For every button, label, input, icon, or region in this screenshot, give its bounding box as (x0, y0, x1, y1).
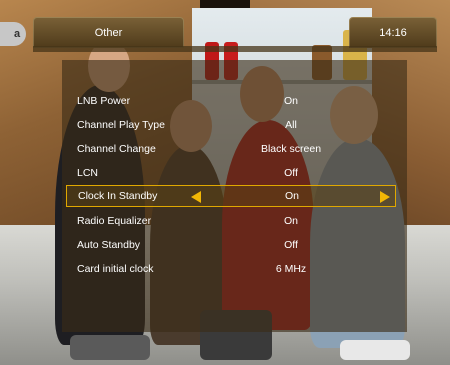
menu-item-clock-in-standby[interactable]: Clock In Standby On (66, 185, 396, 207)
menu-item-label: LNB Power (77, 95, 131, 107)
menu-item-label: LCN (77, 167, 99, 179)
menu-item-label: Radio Equalizer (77, 215, 152, 227)
menu-item-value: On (283, 215, 298, 227)
menu-item-radio-equalizer[interactable]: Radio Equalizer On (66, 211, 396, 232)
menu-item-channel-change[interactable]: Channel Change Black screen (66, 139, 396, 160)
menu-item-label: Channel Change (77, 143, 156, 155)
menu-item-value: Off (284, 239, 298, 251)
channel-logo: a (0, 22, 26, 46)
menu-item-value: On (283, 95, 298, 107)
menu-item-value: On (284, 190, 299, 202)
menu-item-label: Clock In Standby (78, 190, 158, 202)
menu-title-tab: Other (33, 17, 184, 48)
menu-title: Other (94, 26, 123, 39)
menu-item-lcn[interactable]: LCN Off (66, 163, 396, 184)
menu-item-auto-standby[interactable]: Auto Standby Off (66, 235, 396, 256)
menu-item-label: Channel Play Type (77, 119, 165, 131)
menu-item-value: All (285, 119, 297, 131)
header-strip (33, 46, 437, 52)
menu-item-channel-play-type[interactable]: Channel Play Type All (66, 115, 396, 136)
menu-item-card-initial-clock[interactable]: Card initial clock 6 MHz (66, 259, 396, 280)
clock-tab: 14:16 (349, 17, 437, 48)
menu-item-lnb-power[interactable]: LNB Power On (66, 91, 396, 112)
menu-item-value: Off (284, 167, 298, 179)
frying-pan (70, 335, 150, 360)
menu-item-value: 6 MHz (275, 263, 307, 275)
menu-item-value: Black screen (260, 143, 322, 155)
menu-item-label: Card initial clock (77, 263, 154, 275)
arrow-right-icon[interactable] (380, 191, 390, 203)
plate (340, 340, 410, 360)
channel-logo-text: a (13, 28, 21, 40)
arrow-left-icon[interactable] (191, 191, 201, 203)
menu-item-label: Auto Standby (77, 239, 141, 251)
clock-time: 14:16 (379, 26, 407, 39)
